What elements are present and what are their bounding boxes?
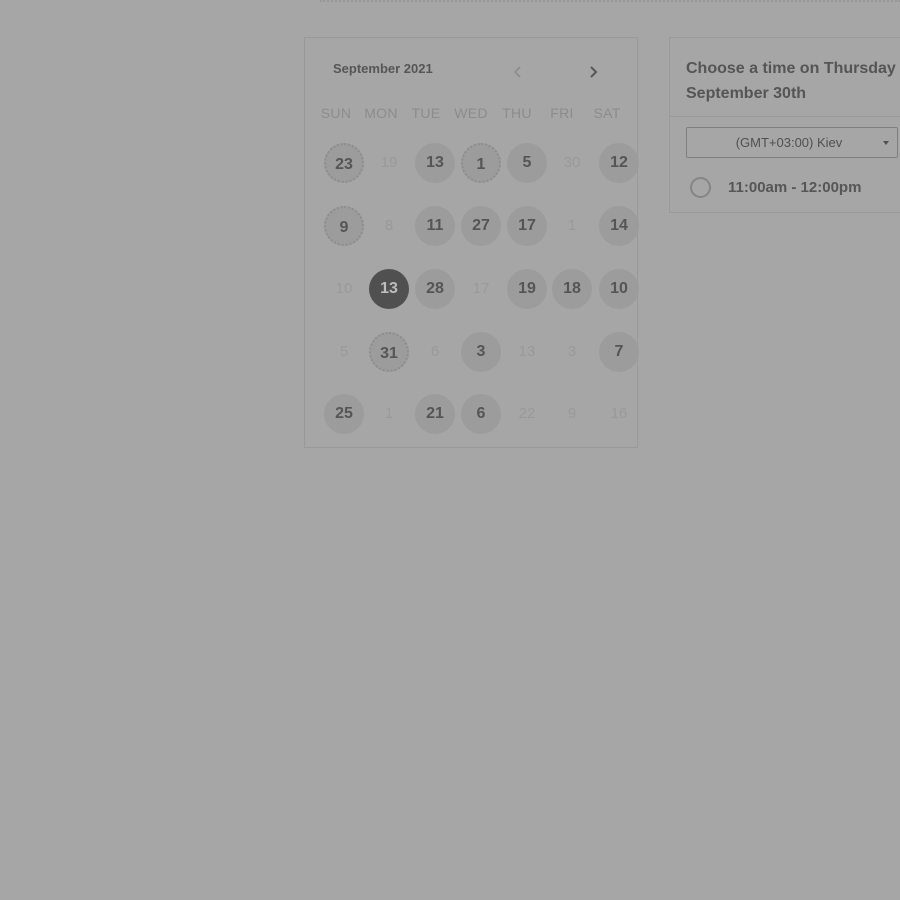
calendar-day-unavailable: 3	[567, 343, 577, 360]
calendar-day-selected[interactable]: 13	[369, 269, 409, 309]
time-slot-label: 11:00am - 12:00pm	[728, 179, 862, 196]
calendar-day-available[interactable]: 18	[552, 269, 592, 309]
calendar-week-row: 9 8 11 27 17 1 14	[305, 206, 639, 250]
calendar-day-available[interactable]: 27	[461, 206, 501, 246]
time-panel-header: Choose a time on Thursday September 30th	[670, 38, 900, 117]
calendar-week-row: 25 1 21 6 22 9 16	[305, 394, 639, 438]
time-panel: Choose a time on Thursday September 30th…	[669, 37, 900, 213]
time-slot[interactable]: 11:00am - 12:00pm	[690, 177, 900, 201]
weekday-mon: MON	[364, 105, 398, 121]
weekday-sat: SAT	[593, 105, 621, 121]
calendar-day-available[interactable]: 19	[507, 269, 547, 309]
scheduler-page: September 2021 SUN MON TUE WED THU FRI S…	[0, 0, 900, 900]
calendar-day-unavailable: 30	[563, 154, 581, 171]
calendar-day-available[interactable]: 25	[324, 394, 364, 434]
month-label: September 2021	[333, 61, 433, 76]
calendar-day-available[interactable]: 7	[599, 332, 639, 372]
calendar-day-available[interactable]: 3	[461, 332, 501, 372]
calendar-day-unavailable: 13	[518, 343, 536, 360]
calendar-day-unavailable: 1	[567, 217, 577, 234]
calendar-day-unavailable: 17	[472, 280, 490, 297]
calendar-day-unavailable: 19	[380, 154, 398, 171]
weekday-fri: FRI	[550, 105, 574, 121]
chevron-left-icon	[513, 66, 521, 78]
calendar-day-available[interactable]: 1	[461, 143, 501, 183]
calendar-day-available[interactable]: 17	[507, 206, 547, 246]
next-month-button[interactable]	[581, 60, 605, 84]
time-slot-radio[interactable]	[690, 177, 711, 198]
prev-month-button[interactable]	[506, 60, 530, 84]
weekday-wed: WED	[454, 105, 488, 121]
calendar-day-available[interactable]: 14	[599, 206, 639, 246]
calendar-day-available[interactable]: 5	[507, 143, 547, 183]
calendar-day-unavailable: 22	[518, 405, 536, 422]
calendar-day-unavailable: 16	[610, 405, 628, 422]
calendar-day-available[interactable]: 12	[599, 143, 639, 183]
weekday-header: SUN MON TUE WED THU FRI SAT	[305, 105, 639, 125]
calendar-day-unavailable: 1	[384, 405, 394, 422]
calendar-day-available[interactable]: 21	[415, 394, 455, 434]
calendar-panel: September 2021 SUN MON TUE WED THU FRI S…	[304, 37, 639, 448]
calendar-week-row: 23 19 13 1 5 30 12	[305, 143, 639, 187]
calendar-day-available[interactable]: 23	[324, 143, 364, 183]
calendar-day-unavailable: 6	[430, 343, 440, 360]
calendar-day-unavailable: 9	[567, 405, 577, 422]
calendar-week-row: 10 13 28 17 19 18 10	[305, 269, 639, 313]
timezone-select[interactable]: (GMT+03:00) Kiev	[686, 127, 898, 158]
calendar-day-available[interactable]: 6	[461, 394, 501, 434]
weekday-tue: TUE	[411, 105, 441, 121]
calendar-day-available[interactable]: 28	[415, 269, 455, 309]
calendar-day-available[interactable]: 11	[415, 206, 455, 246]
top-edge-artifact	[320, 0, 900, 6]
caret-down-icon	[883, 141, 889, 145]
calendar-week-row: 5 31 6 3 13 3 7	[305, 332, 639, 376]
calendar-day-unavailable: 10	[335, 280, 353, 297]
weekday-thu: THU	[502, 105, 532, 121]
chevron-right-icon	[590, 66, 598, 78]
weekday-sun: SUN	[320, 105, 352, 121]
calendar-day-available[interactable]: 10	[599, 269, 639, 309]
calendar-day-unavailable: 5	[339, 343, 349, 360]
calendar-day-unavailable: 8	[384, 217, 394, 234]
calendar-day-available[interactable]: 31	[369, 332, 409, 372]
calendar-day-available[interactable]: 9	[324, 206, 364, 246]
calendar-day-available[interactable]: 13	[415, 143, 455, 183]
time-panel-title: Choose a time on Thursday September 30th	[686, 60, 896, 102]
timezone-label: (GMT+03:00) Kiev	[735, 135, 843, 150]
